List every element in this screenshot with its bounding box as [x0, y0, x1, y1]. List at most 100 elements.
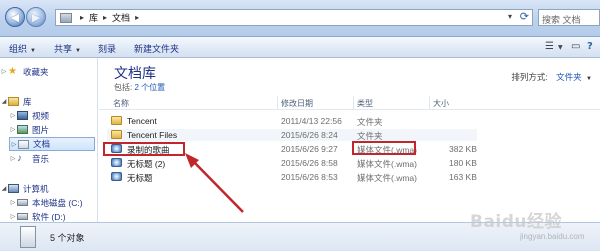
nav-item-pictures[interactable]: ▷ 图片 [9, 123, 49, 136]
collapse-triangle-icon[interactable]: ◢ [0, 185, 8, 192]
breadcrumb-chevron-icon[interactable]: ▸ [135, 13, 139, 22]
collapse-triangle-icon[interactable]: ◢ [0, 98, 8, 105]
column-header-type[interactable]: 类型 [357, 98, 373, 109]
file-name: 无标题 [127, 173, 153, 183]
file-type: 媒体文件(.wma) [357, 159, 417, 169]
file-date: 2015/6/26 8:58 [281, 158, 338, 168]
file-date: 2015/6/26 8:24 [281, 130, 338, 140]
media-file-icon [111, 158, 122, 167]
file-row-tencent[interactable]: Tencent 2011/4/13 22:56 文件夹 [107, 115, 477, 127]
burn-button[interactable]: 刻录 [98, 42, 116, 55]
expand-triangle-icon[interactable]: ▷ [9, 126, 17, 133]
nav-libraries-label: 库 [23, 96, 32, 107]
nav-software-label: 软件 (D:) [32, 211, 66, 222]
burn-label: 刻录 [98, 44, 117, 54]
nav-computer-label: 计算机 [23, 183, 49, 194]
star-icon: ★ [8, 66, 17, 77]
file-date: 2011/4/13 22:56 [281, 116, 342, 126]
back-arrow-icon: ◀ [10, 10, 20, 24]
folder-icon [111, 116, 122, 125]
breadcrumb-chevron-icon[interactable]: ▸ [80, 13, 84, 22]
breadcrumb-chevron-icon[interactable]: ▸ [103, 13, 107, 22]
new-folder-button[interactable]: 新建文件夹 [134, 42, 179, 55]
item-count: 5 个对象 [50, 233, 85, 243]
forward-arrow-icon: ▶ [31, 10, 41, 24]
watermark-url: jingyan.baidu.com [520, 232, 585, 241]
nav-music-label: 音乐 [32, 153, 50, 164]
address-box[interactable]: ▸ 库 ▸ 文档 ▸ ▾ ⟳ [55, 9, 533, 26]
breadcrumb-documents[interactable]: 文档 [112, 11, 130, 24]
expand-triangle-icon[interactable]: ▷ [9, 155, 17, 162]
includes-locations-link[interactable]: 2 个位置 [134, 83, 165, 92]
nav-item-local-disk[interactable]: ▷ 本地磁盘 (C:) [9, 196, 83, 209]
file-row-untitled-2[interactable]: 无标题 (2) 2015/6/26 8:58 媒体文件(.wma) 180 KB [107, 157, 477, 169]
drive-icon [17, 199, 28, 206]
expand-triangle-icon[interactable]: ▷ [9, 112, 17, 119]
arrange-by-dropdown[interactable]: 文件夹 [556, 72, 582, 82]
new-folder-label: 新建文件夹 [134, 44, 180, 54]
column-divider[interactable] [277, 96, 278, 110]
library-includes: 包括: 2 个位置 [114, 82, 165, 93]
nav-item-documents[interactable]: ▷ 文档 [9, 137, 95, 151]
command-toolbar: 组织 ▼ 共享 ▼ 刻录 新建文件夹 ☰ ▼ ▭ ? [0, 37, 600, 58]
file-size: 163 KB [449, 172, 477, 182]
arrange-label: 排列方式: [511, 72, 548, 82]
file-size: 180 KB [449, 158, 477, 168]
column-header-date[interactable]: 修改日期 [281, 98, 313, 109]
help-icon[interactable]: ? [587, 41, 593, 52]
chevron-down-icon: ▼ [30, 48, 36, 54]
chevron-down-icon: ▼ [75, 48, 81, 54]
file-row-untitled[interactable]: 无标题 2015/6/26 8:53 媒体文件(.wma) 163 KB [107, 171, 477, 183]
nav-item-libraries[interactable]: ◢ 库 [0, 95, 32, 108]
arrange-by: 排列方式: 文件夹 ▼ [511, 71, 592, 83]
file-name: Tencent [127, 116, 157, 126]
file-name: 无标题 (2) [127, 159, 166, 169]
file-name: Tencent Files [127, 130, 178, 140]
share-label: 共享 [54, 44, 73, 54]
file-row-tencent-files[interactable]: Tencent Files 2015/6/26 8:24 文件夹 [107, 129, 477, 141]
file-size: 382 KB [449, 144, 477, 154]
watermark-logo: Baidu经验 [470, 212, 563, 232]
column-divider[interactable] [353, 96, 354, 110]
column-header-size[interactable]: 大小 [433, 98, 449, 109]
picture-icon [17, 125, 28, 134]
file-date: 2015/6/26 9:27 [281, 144, 338, 154]
nav-item-videos[interactable]: ▷ 视频 [9, 109, 49, 122]
expand-triangle-icon[interactable]: ▷ [10, 141, 18, 148]
share-menu[interactable]: 共享 ▼ [54, 42, 81, 55]
chevron-down-icon[interactable]: ▼ [586, 76, 592, 82]
nav-item-software-drive[interactable]: ▷ 软件 (D:) [9, 210, 66, 222]
column-header-name[interactable]: 名称 [113, 98, 129, 109]
file-list-pane: 文档库 包括: 2 个位置 排列方式: 文件夹 ▼ 名称 修改日期 类型 大小 … [99, 58, 600, 222]
navigation-pane: ▷ ★ 收藏夹 ◢ 库 ▷ 视频 ▷ 图片 ▷ 文档 ▷ ♪ 音乐 ◢ 计算机 … [0, 58, 98, 222]
search-input[interactable]: 搜索 文档 [538, 9, 600, 26]
address-history-dropdown-icon[interactable]: ▾ [508, 12, 512, 21]
file-type: 媒体文件(.wma) [357, 173, 417, 183]
address-bar: ◀ ▶ ▸ 库 ▸ 文档 ▸ ▾ ⟳ 搜索 文档 [0, 0, 600, 37]
refresh-icon[interactable]: ⟳ [520, 10, 529, 23]
column-divider[interactable] [429, 96, 430, 110]
view-options-icon[interactable]: ☰ [545, 41, 554, 52]
forward-button[interactable]: ▶ [26, 7, 46, 27]
nav-local-disk-label: 本地磁盘 (C:) [32, 197, 83, 208]
organize-menu[interactable]: 组织 ▼ [9, 42, 36, 55]
file-date: 2015/6/26 8:53 [281, 172, 338, 182]
nav-favorites-label: 收藏夹 [23, 66, 49, 77]
breadcrumb-libraries[interactable]: 库 [89, 11, 98, 24]
music-note-icon: ♪ [17, 153, 22, 164]
nav-item-favorites[interactable]: ▷ ★ 收藏夹 [0, 65, 49, 78]
nav-item-computer[interactable]: ◢ 计算机 [0, 182, 49, 195]
expand-triangle-icon[interactable]: ▷ [9, 213, 17, 220]
includes-label: 包括: [114, 83, 133, 92]
highlight-box-filetype [352, 141, 416, 155]
column-header-row: 名称 修改日期 类型 大小 [99, 96, 600, 110]
expand-triangle-icon[interactable]: ▷ [0, 68, 8, 75]
highlight-box-filename [103, 142, 185, 156]
view-dropdown-icon[interactable]: ▼ [558, 44, 563, 51]
expand-triangle-icon[interactable]: ▷ [9, 199, 17, 206]
nav-documents-label: 文档 [33, 139, 51, 149]
library-title: 文档库 [114, 65, 156, 81]
back-button[interactable]: ◀ [5, 7, 25, 27]
nav-item-music[interactable]: ▷ ♪ 音乐 [9, 152, 49, 165]
preview-pane-icon[interactable]: ▭ [571, 41, 580, 52]
